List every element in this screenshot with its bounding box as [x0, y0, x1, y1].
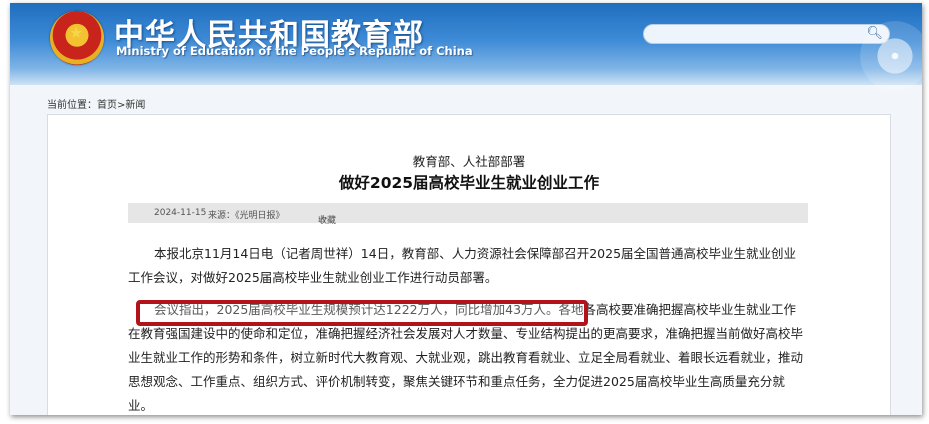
national-emblem-icon	[50, 11, 104, 65]
browser-frame: 中华人民共和国教育部 Ministry of Education of the …	[10, 3, 922, 415]
article-paragraph-1: 本报北京11月14日电（记者周世祥）14日，教育部、人力资源社会保障部召开202…	[128, 242, 808, 290]
favorite-label: 收藏	[318, 216, 337, 226]
breadcrumb-news-link[interactable]: 新闻	[125, 100, 145, 111]
article-card: 教育部、人社部部署 做好2025届高校毕业生就业创业工作 2024-11-15 …	[47, 114, 891, 415]
dandelion-decoration-icon	[860, 21, 922, 91]
breadcrumb: 当前位置：首页>新闻	[47, 96, 145, 111]
breadcrumb-home-link[interactable]: 首页	[97, 100, 117, 111]
article-kicker: 教育部、人社部部署	[412, 154, 526, 169]
article-meta-bar: 2024-11-15 来源：《光明日报》 ☆ 收藏	[128, 203, 808, 226]
paragraph-1-text: 本报北京11月14日电（记者周世祥）14日，教育部、人力资源社会保障部召开202…	[128, 246, 797, 285]
article-source: 来源：《光明日报》	[208, 211, 285, 221]
highlight-annotation-box	[136, 300, 588, 326]
site-title-en: Ministry of Education of the People's Re…	[116, 44, 473, 58]
article-headline: 做好2025届高校毕业生就业创业工作	[338, 174, 600, 192]
article-date: 2024-11-15	[154, 208, 207, 218]
site-header: 中华人民共和国教育部 Ministry of Education of the …	[10, 3, 922, 91]
breadcrumb-label: 当前位置：	[47, 100, 97, 111]
search-input[interactable]: 🔍︎	[643, 24, 890, 44]
